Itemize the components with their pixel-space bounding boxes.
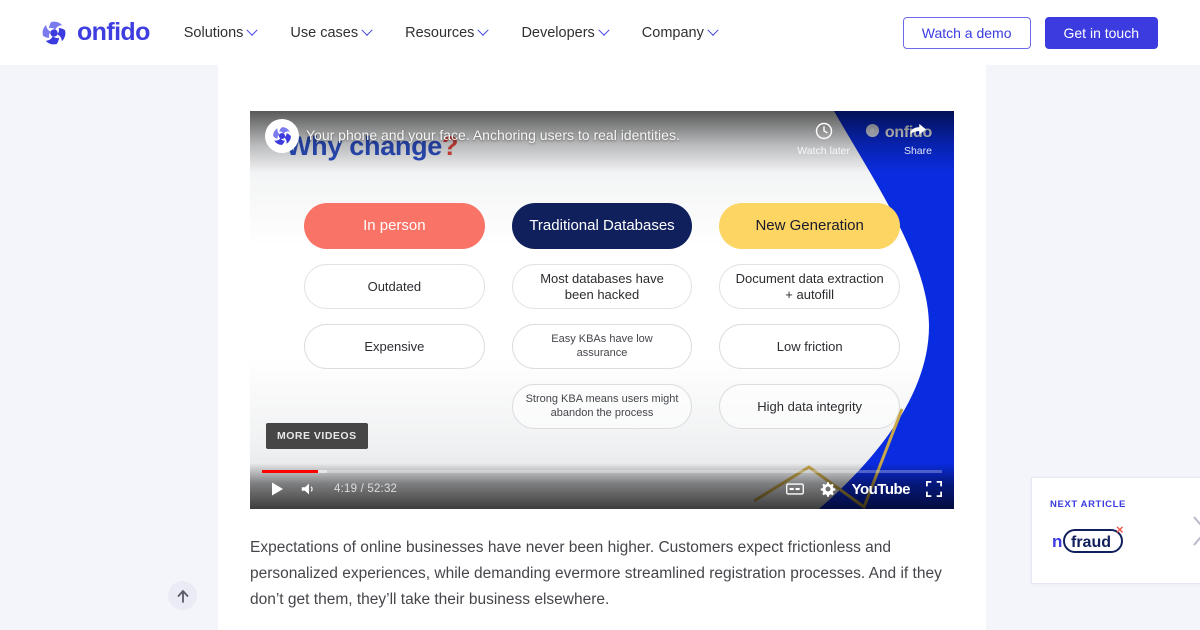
- chevron-down-icon: [477, 24, 490, 36]
- slide-item-document-extraction: Document data extraction + autofill: [719, 264, 901, 309]
- captions-button[interactable]: [785, 482, 804, 496]
- nav-item-use-cases[interactable]: Use cases: [290, 24, 373, 41]
- nav-item-label: Developers: [521, 24, 595, 41]
- share-arrow-icon: [910, 123, 926, 135]
- share-label: Share: [903, 145, 932, 157]
- slide-cell-1-2: Expensive: [304, 324, 485, 369]
- onfido-logo[interactable]: onfido: [40, 19, 150, 47]
- page-root: onfido Solutions Use cases Resources Dev…: [0, 0, 1200, 630]
- article-content-column: Why change? onfido In per: [218, 65, 986, 630]
- share-button[interactable]: Share: [904, 121, 932, 157]
- slide-item-strong-kba: Strong KBA means users might abandon the…: [511, 384, 693, 429]
- get-in-touch-button[interactable]: Get in touch: [1044, 16, 1158, 49]
- slide-heading-traditional-databases: Traditional Databases: [511, 203, 693, 249]
- closed-captions-icon: [785, 483, 804, 495]
- svg-text:fraud: fraud: [1071, 534, 1111, 551]
- chevron-down-icon: [246, 24, 259, 36]
- slide-heading-in-person: In person: [304, 203, 485, 249]
- nav-item-label: Solutions: [183, 24, 244, 41]
- slide-item-databases-hacked: Most databases have been hacked: [511, 264, 693, 309]
- youtube-channel-avatar[interactable]: [265, 119, 299, 153]
- slide-cell-1-1: Outdated: [304, 264, 485, 309]
- slide-column-1-heading-cell: In person: [304, 203, 485, 249]
- article-paragraph: Expectations of online businesses have n…: [250, 539, 942, 609]
- volume-icon: [301, 483, 313, 495]
- volume-button[interactable]: [294, 481, 324, 497]
- slide-item-low-friction: Low friction: [719, 324, 901, 369]
- slide-cell-2-3: Strong KBA means users might abandon the…: [511, 384, 693, 429]
- slide-column-3-heading-cell: New Generation: [719, 203, 901, 249]
- slide-item-row-1: Outdated Most databases have been hacked…: [304, 264, 901, 309]
- fullscreen-icon: [926, 481, 942, 497]
- slide-item-row-2: Expensive Easy KBAs have low assurance L…: [304, 324, 901, 369]
- chevron-down-icon: [598, 24, 610, 36]
- slide-item-expensive: Expensive: [304, 324, 485, 369]
- svg-text:n: n: [1052, 532, 1062, 551]
- chevron-right-icon[interactable]: [1180, 514, 1200, 548]
- video-time-display: 4:19 / 52:32: [334, 483, 398, 495]
- main-nav: Solutions Use cases Resources Developers…: [183, 24, 719, 41]
- svg-text:×: ×: [1116, 522, 1124, 537]
- header-actions: Watch a demo Get in touch: [902, 16, 1158, 49]
- site-header: onfido Solutions Use cases Resources Dev…: [0, 0, 1200, 65]
- slide-column-2-heading-cell: Traditional Databases: [511, 203, 693, 249]
- slide-cell-3-2: Low friction: [719, 324, 901, 369]
- nav-item-label: Resources: [405, 24, 475, 41]
- onfido-wordmark: onfido: [77, 18, 150, 46]
- play-button[interactable]: [262, 481, 292, 497]
- watch-later-label: Watch later: [797, 145, 850, 157]
- slide-cell-2-1: Most databases have been hacked: [511, 264, 693, 309]
- next-article-thumbnail: n fraud ×: [1050, 518, 1146, 563]
- youtube-brand-logo[interactable]: YouTube: [852, 481, 911, 498]
- slide-heading-new-generation: New Generation: [719, 203, 901, 249]
- next-article-label: NEXT ARTICLE: [1050, 498, 1126, 510]
- video-right-controls: YouTube: [785, 481, 942, 498]
- arrow-up-icon: [177, 589, 188, 603]
- youtube-bottom-controls: 4:19 / 52:32 YouTube: [250, 463, 954, 509]
- chevron-down-icon: [361, 24, 373, 36]
- nav-item-developers[interactable]: Developers: [521, 24, 610, 41]
- youtube-video-title[interactable]: Your phone and your face. Anchoring user…: [306, 127, 680, 143]
- youtube-top-overlay: Your phone and your face. Anchoring user…: [250, 111, 954, 173]
- slide-item-outdated: Outdated: [304, 264, 485, 309]
- slide-cell-2-2: Easy KBAs have low assurance: [511, 324, 693, 369]
- slide-item-easy-kbas: Easy KBAs have low assurance: [511, 324, 693, 369]
- slide-cell-3-1: Document data extraction + autofill: [719, 264, 901, 309]
- nav-item-label: Use cases: [290, 24, 359, 41]
- onfido-mark-icon: [40, 19, 68, 47]
- nav-item-resources[interactable]: Resources: [405, 24, 490, 41]
- nav-item-company[interactable]: Company: [641, 24, 719, 41]
- nav-item-solutions[interactable]: Solutions: [183, 24, 259, 41]
- next-article-inner: NEXT ARTICLE n fraud ×: [1032, 499, 1180, 563]
- scroll-to-top-button[interactable]: [168, 581, 197, 610]
- settings-button[interactable]: [820, 481, 836, 497]
- slide-heading-row: In person Traditional Databases New Gene…: [304, 203, 901, 249]
- next-article-card[interactable]: NEXT ARTICLE n fraud ×: [1031, 477, 1200, 584]
- watch-later-button[interactable]: Watch later: [797, 121, 850, 157]
- fullscreen-button[interactable]: [926, 481, 942, 497]
- video-control-row: 4:19 / 52:32 YouTube: [250, 473, 954, 505]
- youtube-video-player[interactable]: Why change? onfido In per: [250, 111, 954, 509]
- chevron-down-icon: [707, 24, 719, 36]
- play-icon: [272, 482, 283, 496]
- watch-demo-button[interactable]: Watch a demo: [902, 16, 1031, 49]
- gear-icon: [820, 482, 835, 497]
- nav-item-label: Company: [641, 24, 704, 41]
- clock-icon: [815, 122, 832, 140]
- more-videos-button[interactable]: MORE VIDEOS: [266, 423, 368, 449]
